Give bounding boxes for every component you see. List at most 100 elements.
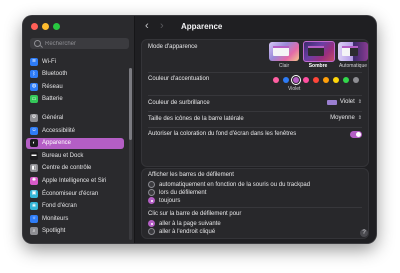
sidebar-scrollbar-thumb[interactable] bbox=[129, 68, 132, 140]
sidebar-item-10[interactable]: ▣ Économiseur d'écran bbox=[26, 188, 124, 199]
sidebar-item-label: Batterie bbox=[42, 96, 63, 103]
radio-label: toujours bbox=[159, 197, 181, 204]
popup-arrows-icon: ⇕ bbox=[357, 114, 362, 121]
settings-window: ≋ Wi-Fi ᛒ Bluetooth ◍ Réseau ▭ Batterie ⚙ Général… bbox=[23, 16, 376, 243]
appearance-panel: Mode d'apparence Clair Sombre Automatiqu… bbox=[141, 39, 369, 167]
sidebar-icon-size-label: Taille des icônes de la barre latérale bbox=[148, 116, 244, 122]
accent-color-label: Couleur d'accentuation bbox=[148, 76, 210, 82]
help-button[interactable]: ? bbox=[360, 229, 368, 237]
sidebar-icon-size-value: Moyenne bbox=[330, 115, 355, 121]
sidebar-item-11[interactable]: ❀ Fond d'écran bbox=[26, 201, 124, 212]
siri-icon: ✺ bbox=[30, 176, 38, 185]
radio-button[interactable] bbox=[148, 220, 155, 227]
highlight-color-label: Couleur de surbrillance bbox=[148, 100, 210, 106]
sidebar-item-9[interactable]: ✺ Apple Intelligence et Siri bbox=[26, 175, 124, 186]
minimize-button[interactable] bbox=[42, 23, 49, 30]
sidebar-item-8[interactable]: ◧ Centre de contrôle bbox=[26, 163, 124, 174]
radio-label: automatiquement en fonction de la souris… bbox=[159, 181, 311, 188]
sidebar-item-label: Wi-Fi bbox=[42, 58, 56, 65]
wallpaper-tint-label: Autoriser la coloration du fond d'écran … bbox=[148, 131, 297, 137]
sidebar-icon-size-popup[interactable]: Moyenne ⇕ bbox=[330, 115, 362, 121]
wifi-icon: ≋ bbox=[30, 57, 38, 66]
sidebar: ≋ Wi-Fi ᛒ Bluetooth ◍ Réseau ▭ Batterie ⚙ Général… bbox=[23, 16, 135, 243]
accent-swatch-7[interactable] bbox=[343, 77, 349, 83]
highlight-color-popup[interactable]: Violet ⇕ bbox=[326, 98, 362, 105]
wallpaper-tint-toggle[interactable] bbox=[350, 131, 362, 138]
sidebar-item-label: Accessibilité bbox=[42, 127, 76, 134]
accent-swatch-4[interactable] bbox=[313, 77, 319, 83]
sidebar-item-2[interactable]: ◍ Réseau bbox=[26, 81, 124, 92]
thumbnail-accent-bar bbox=[308, 46, 324, 48]
network-icon: ◍ bbox=[30, 82, 38, 91]
sidebar-item-4[interactable]: ⚙ Général bbox=[26, 112, 124, 123]
sidebar-item-1[interactable]: ᛒ Bluetooth bbox=[26, 69, 124, 80]
appearance-mode-label: Mode d'apparence bbox=[148, 44, 198, 50]
accent-swatch-0[interactable] bbox=[273, 77, 279, 83]
accent-swatch-6[interactable] bbox=[333, 77, 339, 83]
scrollbars-panel: Afficher les barres de défilement automa… bbox=[141, 168, 369, 239]
spotlight-icon: ⌕ bbox=[30, 227, 38, 236]
gear-icon: ⚙ bbox=[30, 113, 38, 122]
zoom-button[interactable] bbox=[53, 23, 60, 30]
radio-button[interactable] bbox=[148, 181, 155, 188]
radio-button[interactable] bbox=[148, 189, 155, 196]
control-center-icon: ◧ bbox=[30, 164, 38, 173]
radio-button[interactable] bbox=[148, 228, 155, 235]
sidebar-item-label: Spotlight bbox=[42, 228, 66, 235]
scrollbars-show-label: Afficher les barres de défilement bbox=[148, 172, 234, 178]
wallpaper-icon: ❀ bbox=[30, 202, 38, 211]
close-button[interactable] bbox=[31, 23, 38, 30]
sidebar-item-label: Apparence bbox=[42, 140, 72, 147]
divider bbox=[148, 207, 362, 208]
toolbar: ‹ › Apparence bbox=[135, 16, 376, 38]
click-option-next-page[interactable]: aller à la page suivante bbox=[148, 220, 221, 227]
forward-button[interactable]: › bbox=[160, 20, 164, 32]
sidebar-item-6[interactable]: ◐ Apparence bbox=[26, 137, 124, 149]
sidebar-item-label: Bluetooth bbox=[42, 71, 68, 78]
divider bbox=[148, 95, 362, 96]
sidebar-item-3[interactable]: ▭ Batterie bbox=[26, 94, 124, 105]
auto-mode-thumbnail[interactable] bbox=[338, 42, 368, 61]
traffic-lights bbox=[31, 23, 60, 30]
sidebar-item-5[interactable]: ☺ Accessibilité bbox=[26, 125, 124, 136]
appearance-icon: ◐ bbox=[30, 139, 38, 148]
scrollbar-click-label: Clic sur la barre de défilement pour bbox=[148, 211, 242, 217]
radio-button[interactable] bbox=[148, 197, 155, 204]
back-button[interactable]: ‹ bbox=[145, 20, 149, 32]
dark-mode-thumbnail[interactable] bbox=[303, 41, 335, 62]
radio-label: aller à la page suivante bbox=[159, 220, 221, 227]
click-option-clicked-spot[interactable]: aller à l'endroit cliqué bbox=[148, 228, 215, 235]
sidebar-item-label: Apple Intelligence et Siri bbox=[42, 177, 107, 184]
scrollbar-option-scrolling[interactable]: lors du défilement bbox=[148, 189, 206, 196]
sidebar-item-label: Réseau bbox=[42, 83, 63, 90]
sidebar-item-7[interactable]: ▬ Bureau et Dock bbox=[26, 150, 124, 161]
sidebar-item-label: Général bbox=[42, 114, 64, 121]
search-icon bbox=[34, 40, 41, 47]
divider bbox=[148, 127, 362, 128]
page-title: Apparence bbox=[181, 22, 223, 31]
radio-label: aller à l'endroit cliqué bbox=[159, 228, 216, 235]
accent-swatch-8[interactable] bbox=[353, 77, 359, 83]
sidebar-item-12[interactable]: ☼ Moniteurs bbox=[26, 213, 124, 224]
display-icon: ☼ bbox=[30, 214, 38, 223]
screensaver-icon: ▣ bbox=[30, 189, 38, 198]
search-field[interactable] bbox=[30, 38, 129, 49]
sidebar-scrollbar[interactable] bbox=[129, 68, 132, 240]
accent-swatch-5[interactable] bbox=[323, 77, 329, 83]
accent-swatch-2[interactable] bbox=[293, 77, 299, 83]
highlight-color-chip bbox=[326, 99, 337, 105]
mode-caption-dark: Sombre bbox=[308, 63, 328, 69]
popup-arrows-icon: ⇕ bbox=[357, 98, 362, 105]
scrollbar-option-always[interactable]: toujours bbox=[148, 197, 180, 204]
toggle-knob bbox=[356, 132, 361, 137]
accent-swatch-1[interactable] bbox=[283, 77, 289, 83]
scrollbar-option-auto[interactable]: automatiquement en fonction de la souris… bbox=[148, 181, 310, 188]
sidebar-item-13[interactable]: ⌕ Spotlight bbox=[26, 226, 124, 237]
search-input[interactable] bbox=[45, 40, 125, 47]
accessibility-icon: ☺ bbox=[30, 126, 38, 135]
sidebar-item-0[interactable]: ≋ Wi-Fi bbox=[26, 56, 124, 67]
accent-swatch-3[interactable] bbox=[303, 77, 309, 83]
light-mode-thumbnail[interactable] bbox=[269, 42, 299, 61]
sidebar-item-label: Fond d'écran bbox=[42, 203, 77, 210]
divider bbox=[148, 111, 362, 112]
